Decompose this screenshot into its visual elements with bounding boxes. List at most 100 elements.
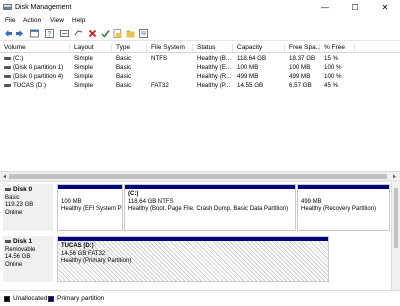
cell-percent-free: 100 % <box>324 73 342 80</box>
disk-0-type: Basic <box>5 194 20 201</box>
legend-primary-label: Primary partition <box>57 295 105 302</box>
disk-0-title: Disk 0 <box>5 186 51 195</box>
column-header-percent-free[interactable]: % Free <box>320 44 355 53</box>
partition-recovery[interactable]: 499 MB Healthy (Recovery Partition) <box>297 184 390 231</box>
cell-volume: (Disk 0 partition 4) <box>0 72 70 81</box>
partition-title: (C:) <box>128 191 139 197</box>
maximize-button[interactable]: ☐ <box>340 0 370 15</box>
cell-status: Healthy (B... <box>197 55 232 62</box>
column-header-free-space[interactable]: Free Spa... <box>285 44 320 53</box>
explore-icon[interactable] <box>126 29 135 38</box>
rescan-icon[interactable] <box>74 29 83 38</box>
table-row[interactable]: (Disk 0 partition 4) Simple Basic Health… <box>0 72 400 81</box>
cell-file-system: FAT32 <box>151 82 169 89</box>
volume-name: TUCAS (D:) <box>13 82 46 89</box>
partition-title: TUCAS (D:) <box>61 243 94 249</box>
cell-volume: TUCAS (D:) <box>0 81 70 90</box>
column-header-volume[interactable]: Volume <box>0 44 70 53</box>
volume-name: (Disk 0 partition 4) <box>13 73 64 80</box>
drive-icon <box>4 56 11 60</box>
cell-type: Basic <box>116 73 132 80</box>
cell-percent-free: 100 % <box>324 64 342 71</box>
back-arrow-icon[interactable] <box>4 29 13 38</box>
properties-icon[interactable] <box>30 29 39 38</box>
cell-layout: Simple <box>74 73 93 80</box>
column-header-file-system[interactable]: File System <box>147 44 193 53</box>
cell-free-space: 100 MB <box>289 64 311 71</box>
disk-0-status: Online <box>5 209 23 216</box>
partition-tucas[interactable]: TUCAS (D:) 14.56 GB FAT32 Healthy (Prima… <box>57 236 329 282</box>
disk-0-size: 119.23 GB <box>5 202 34 208</box>
partition-bar <box>125 185 295 189</box>
scroll-left-arrow-icon[interactable] <box>2 174 7 179</box>
partition-bar <box>58 237 328 241</box>
partition-title <box>61 191 119 199</box>
disk-1-size: 14.56 GB <box>5 254 31 260</box>
partition-size: 100 MB <box>61 198 82 205</box>
close-button[interactable]: ✕ <box>370 0 400 15</box>
disk-1-status: Online <box>5 261 23 268</box>
menu-help[interactable]: Help <box>72 17 85 24</box>
menu-file[interactable]: File <box>5 17 15 24</box>
horizontal-scroll-thumb[interactable] <box>9 174 387 179</box>
volume-name: (C:) <box>13 55 24 62</box>
partition-bar <box>58 185 122 189</box>
drive-icon <box>4 83 11 87</box>
cell-volume: (Disk 0 partition 1) <box>0 63 70 72</box>
column-header-capacity[interactable]: Capacity <box>233 44 285 53</box>
cell-percent-free: 45 % <box>324 82 339 89</box>
partition-title <box>301 191 386 199</box>
menu-view[interactable]: View <box>50 17 64 24</box>
disk-0-label[interactable]: Disk 0 Basic 119.23 GB Online <box>3 184 53 231</box>
legend-unallocated-label: Unallocated <box>13 295 48 302</box>
volume-name: (Disk 0 partition 1) <box>13 64 64 71</box>
disk-1-type: Removable <box>5 246 36 253</box>
partition-efi[interactable]: 100 MB Healthy (EFI System P <box>57 184 123 231</box>
cell-capacity: 100 MB <box>237 64 259 71</box>
menu-bar: File Action View Help <box>0 15 400 27</box>
cell-layout: Simple <box>74 64 93 71</box>
table-row[interactable]: (C:) Simple Basic NTFS Healthy (B... 118… <box>0 54 400 63</box>
disk-0-name: Disk 0 <box>13 186 33 193</box>
svg-text:?: ? <box>48 31 52 38</box>
partition-status: Healthy (Boot, Page File, Crash Dump, Ba… <box>128 206 289 212</box>
disk-management-icon <box>3 4 12 10</box>
vertical-scrollbar[interactable] <box>391 182 400 290</box>
partition-size: 118.64 GB NTFS <box>128 198 174 205</box>
cell-file-system: NTFS <box>151 55 168 62</box>
checkmark-icon[interactable] <box>101 29 110 38</box>
disk-1-label[interactable]: Disk 1 Removable 14.56 GB Online <box>3 236 53 282</box>
open-icon[interactable] <box>113 29 122 38</box>
title-bar: Disk Management — ☐ ✕ <box>0 0 400 15</box>
table-row[interactable]: TUCAS (D:) Simple Basic FAT32 Healthy (P… <box>0 81 400 90</box>
cell-free-space: 18.37 GB <box>289 55 316 62</box>
disk-view: Disk 0 Basic 119.23 GB Online 100 MB Hea… <box>0 182 400 290</box>
minimize-button[interactable]: — <box>310 0 340 15</box>
refresh-icon[interactable] <box>60 29 69 38</box>
help-icon[interactable]: ? <box>45 29 54 38</box>
disk-1-name: Disk 1 <box>13 238 33 245</box>
properties-sheet-icon[interactable] <box>139 29 148 38</box>
column-header-type[interactable]: Type <box>112 44 147 53</box>
cell-volume: (C:) <box>0 54 70 63</box>
horizontal-scrollbar[interactable] <box>0 171 400 180</box>
cell-type: Basic <box>116 64 132 71</box>
menu-action[interactable]: Action <box>23 17 41 24</box>
partition-size: 499 MB <box>301 198 322 205</box>
scroll-right-arrow-icon[interactable] <box>392 174 397 179</box>
delete-icon[interactable] <box>88 29 97 38</box>
cell-free-space: 6.57 GB <box>289 82 312 89</box>
cell-type: Basic <box>116 55 132 62</box>
drive-icon <box>4 74 11 78</box>
legend: Unallocated Primary partition <box>0 290 400 306</box>
cell-capacity: 118.64 GB <box>237 55 267 62</box>
cell-type: Basic <box>116 82 132 89</box>
partition-bar <box>298 185 389 189</box>
column-header-status[interactable]: Status <box>193 44 233 53</box>
column-header-layout[interactable]: Layout <box>70 44 112 53</box>
forward-arrow-icon[interactable] <box>15 29 24 38</box>
table-row[interactable]: (Disk 0 partition 1) Simple Basic Health… <box>0 63 400 72</box>
partition-status: Healthy (Recovery Partition) <box>301 206 377 212</box>
partition-c[interactable]: (C:) 118.64 GB NTFS Healthy (Boot, Page … <box>124 184 296 231</box>
vertical-scroll-thumb[interactable] <box>394 188 398 248</box>
